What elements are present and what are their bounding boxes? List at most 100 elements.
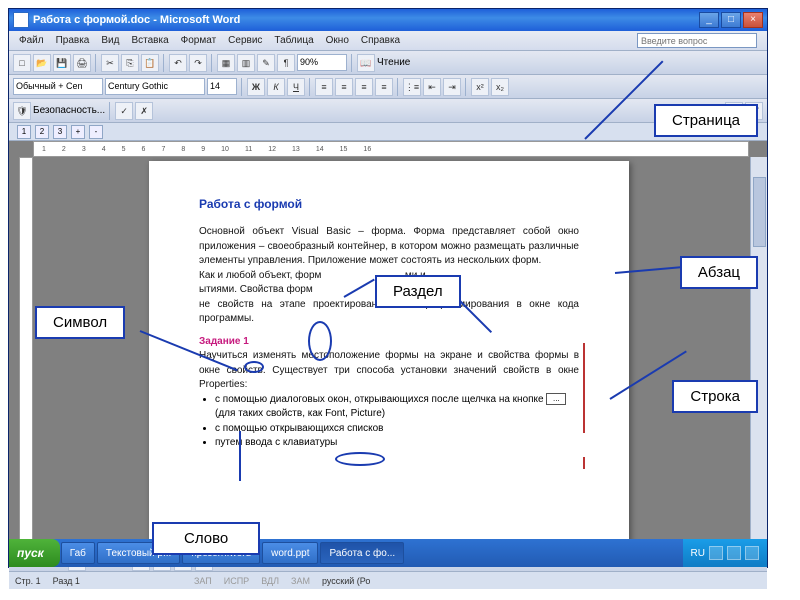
security-icon[interactable]: 🛡 (13, 102, 31, 120)
size-selector[interactable]: 14 (207, 78, 237, 95)
list-item: с помощью диалоговых окон, открывающихся… (215, 393, 579, 422)
outline-2[interactable]: 2 (35, 125, 49, 139)
list-item: путем ввода с клавиатуры (215, 436, 579, 451)
start-button[interactable]: пуск (9, 539, 60, 567)
window-title: Работа с формой.doc - Microsoft Word (33, 14, 699, 26)
tray-icon[interactable] (727, 546, 741, 560)
ruler-vertical[interactable] (19, 157, 33, 551)
taskbar: пуск Габ Текстовый р... презент.word wor… (9, 539, 767, 567)
document-area: 12345678910111213141516 Работа с формой … (9, 141, 767, 551)
paragraph-marker (583, 343, 585, 433)
menubar: Файл Правка Вид Вставка Формат Сервис Та… (9, 31, 767, 51)
undo-icon[interactable]: ↶ (169, 54, 187, 72)
indent-in-icon[interactable]: ⇥ (443, 78, 461, 96)
task-item[interactable]: Габ (61, 542, 95, 564)
scrollbar-vertical[interactable] (750, 157, 767, 551)
align-left-icon[interactable]: ≡ (315, 78, 333, 96)
align-right-icon[interactable]: ≡ (355, 78, 373, 96)
menu-file[interactable]: Файл (13, 33, 50, 48)
tray-icon[interactable] (745, 546, 759, 560)
outline-5[interactable]: - (89, 125, 103, 139)
status-rec: ЗАП (194, 576, 212, 586)
status-fix: ИСПР (224, 576, 249, 586)
doc-p1: Основной объект Visual Basic – форма. Фо… (199, 225, 579, 269)
print-icon[interactable]: 🖨 (73, 54, 91, 72)
underline-icon[interactable]: Ч (287, 78, 305, 96)
paste-icon[interactable]: 📋 (141, 54, 159, 72)
callout-abzac: Абзац (680, 256, 758, 289)
redo-icon[interactable]: ↷ (189, 54, 207, 72)
ruler-horizontal[interactable]: 12345678910111213141516 (33, 141, 749, 157)
status-ovr: ЗАМ (291, 576, 310, 586)
save-icon[interactable]: 💾 (53, 54, 71, 72)
zoom-selector[interactable]: 90% (297, 54, 347, 71)
mark-circle (335, 452, 385, 466)
outline-3[interactable]: 3 (53, 125, 67, 139)
outline-4[interactable]: + (71, 125, 85, 139)
menu-tools[interactable]: Сервис (222, 33, 268, 48)
menu-format[interactable]: Формат (175, 33, 223, 48)
align-center-icon[interactable]: ≡ (335, 78, 353, 96)
open-icon[interactable]: 📂 (33, 54, 51, 72)
tray-icon[interactable] (709, 546, 723, 560)
indent-out-icon[interactable]: ⇤ (423, 78, 441, 96)
tool-a[interactable]: ✓ (115, 102, 133, 120)
table-icon[interactable]: ▦ (217, 54, 235, 72)
question-input[interactable] (637, 33, 757, 48)
system-tray: RU (683, 539, 767, 567)
status-lang: русский (Ро (322, 576, 370, 586)
cut-icon[interactable]: ✂ (101, 54, 119, 72)
status-section: Разд 1 (53, 576, 80, 586)
tray-lang[interactable]: RU (691, 548, 705, 559)
word-icon (13, 12, 29, 28)
status-page: Стр. 1 (15, 576, 41, 586)
list-item: с помощью открывающихся списков (215, 422, 579, 437)
reading-label[interactable]: Чтение (377, 57, 410, 68)
line-marker (583, 457, 585, 469)
mark-circle (308, 321, 332, 361)
security-label[interactable]: Безопасность... (33, 105, 105, 116)
menu-window[interactable]: Окно (320, 33, 355, 48)
pilcrow-icon[interactable]: ¶ (277, 54, 295, 72)
list-icon[interactable]: ⋮≡ (403, 78, 421, 96)
scroll-thumb[interactable] (753, 177, 766, 247)
bold-icon[interactable]: Ж (247, 78, 265, 96)
doc-list: с помощью диалоговых окон, открывающихся… (215, 393, 579, 451)
doc-heading: Работа с формой (199, 197, 579, 211)
tool-b[interactable]: ✗ (135, 102, 153, 120)
minimize-button[interactable]: _ (699, 12, 719, 28)
toolbar-formatting: Обычный + Сen Century Gothic 14 Ж К Ч ≡ … (9, 75, 767, 99)
placeholder-button: ... (546, 393, 566, 405)
titlebar: Работа с формой.doc - Microsoft Word _ □… (9, 9, 767, 31)
maximize-button[interactable]: □ (721, 12, 741, 28)
justify-icon[interactable]: ≡ (375, 78, 393, 96)
style-selector[interactable]: Обычный + Сen (13, 78, 103, 95)
callout-line (239, 431, 241, 481)
doc-task: Задание 1 (199, 335, 579, 350)
columns-icon[interactable]: ▥ (237, 54, 255, 72)
menu-edit[interactable]: Правка (50, 33, 96, 48)
drawing-icon[interactable]: ✎ (257, 54, 275, 72)
menu-help[interactable]: Справка (355, 33, 406, 48)
reading-icon[interactable]: 📖 (357, 54, 375, 72)
superscript-icon[interactable]: x² (471, 78, 489, 96)
font-selector[interactable]: Century Gothic (105, 78, 205, 95)
subscript-icon[interactable]: x₂ (491, 78, 509, 96)
outline-1[interactable]: 1 (17, 125, 31, 139)
close-button[interactable]: × (743, 12, 763, 28)
callout-slovo: Слово (152, 522, 260, 555)
status-ext: ВДЛ (261, 576, 279, 586)
task-item-active[interactable]: Работа с фо... (320, 542, 404, 564)
menu-view[interactable]: Вид (95, 33, 125, 48)
callout-stranica: Страница (654, 104, 758, 137)
menu-table[interactable]: Таблица (268, 33, 319, 48)
new-doc-icon[interactable]: □ (13, 54, 31, 72)
menu-insert[interactable]: Вставка (125, 33, 174, 48)
mark-circle (244, 361, 264, 373)
callout-stroka: Строка (672, 380, 758, 413)
italic-icon[interactable]: К (267, 78, 285, 96)
callout-razdel: Раздел (375, 275, 461, 308)
task-item[interactable]: word.ppt (262, 542, 318, 564)
copy-icon[interactable]: ⎘ (121, 54, 139, 72)
statusbar: Стр. 1 Разд 1 ЗАП ИСПР ВДЛ ЗАМ русский (… (9, 571, 767, 589)
